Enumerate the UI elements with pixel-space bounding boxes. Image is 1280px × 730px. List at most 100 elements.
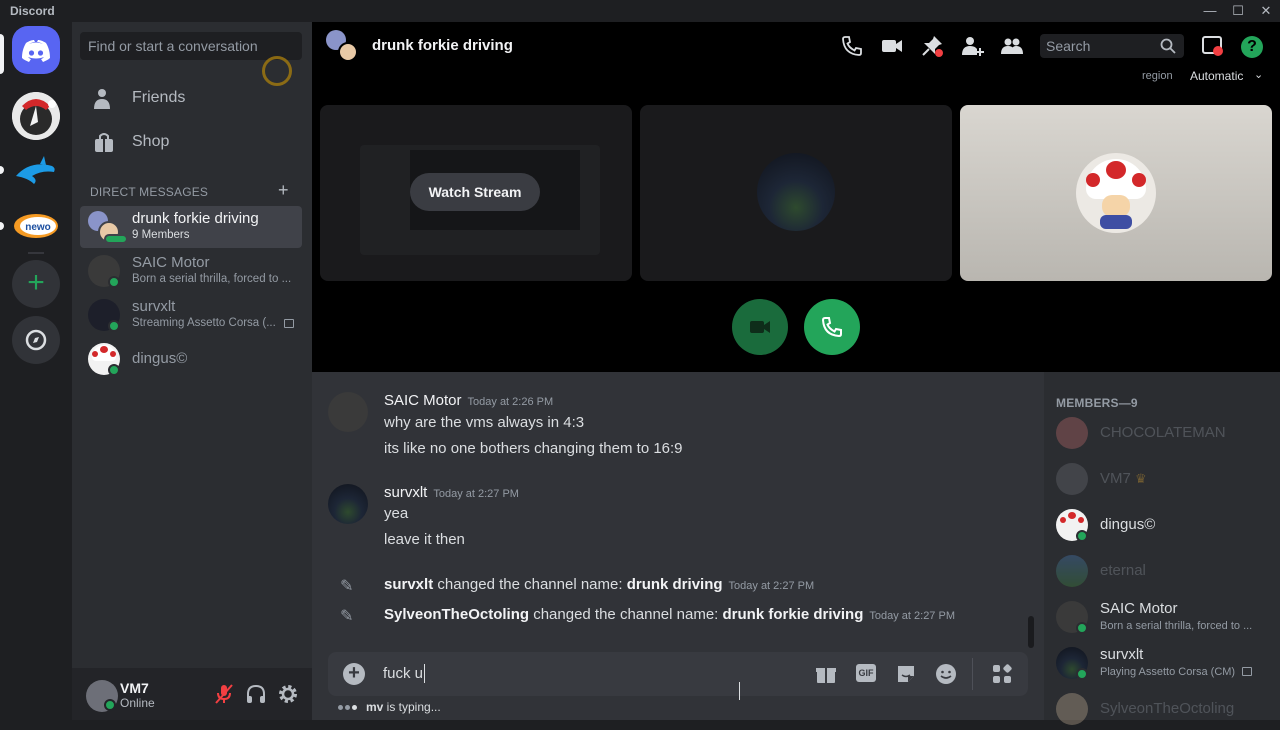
message-avatar[interactable] xyxy=(328,484,368,524)
upload-plus-icon[interactable]: + xyxy=(343,663,365,685)
member-item-survxlt[interactable]: survxlt Playing Assetto Corsa (CM) xyxy=(1052,642,1272,684)
mouse-cursor xyxy=(739,682,741,700)
home-button[interactable] xyxy=(12,26,60,74)
settings-gear-icon[interactable] xyxy=(276,682,300,706)
author-name[interactable]: SAIC Motor xyxy=(384,392,462,409)
search-input[interactable]: Search xyxy=(1040,34,1184,58)
friends-icon xyxy=(94,89,110,109)
friends-nav[interactable]: Friends xyxy=(80,78,302,120)
member-name: SylveonTheOctoling xyxy=(1100,700,1235,717)
server-dolphin[interactable] xyxy=(12,146,60,194)
create-dm-button[interactable]: + xyxy=(278,180,289,201)
minimize-button[interactable]: — xyxy=(1196,2,1224,20)
dm-search-input[interactable]: Find or start a conversation xyxy=(80,32,302,60)
server-avatar xyxy=(12,92,60,140)
headphones-icon[interactable] xyxy=(244,682,268,706)
participant-avatar xyxy=(1076,153,1156,233)
typing-user: mv xyxy=(366,700,384,714)
inbox-icon[interactable] xyxy=(1200,34,1224,58)
watch-stream-button[interactable]: Watch Stream xyxy=(410,173,540,211)
message-author[interactable]: SAIC Motor Today at 2:26 PM xyxy=(384,392,553,409)
newo-logo: newo xyxy=(14,214,58,238)
message-line: its like no one bothers changing them to… xyxy=(384,440,683,457)
discord-icon xyxy=(22,40,50,62)
text-cursor xyxy=(424,664,425,683)
maximize-button[interactable]: ☐ xyxy=(1224,2,1252,20)
message-line: why are the vms always in 4:3 xyxy=(384,414,585,431)
member-activity: Born a serial thrilla, forced to ... xyxy=(1100,620,1253,632)
message-timestamp: Today at 2:27 PM xyxy=(433,488,519,500)
member-list-icon[interactable] xyxy=(1000,34,1024,58)
server-avatar-1[interactable] xyxy=(12,92,60,140)
pencil-icon: ✎ xyxy=(340,578,354,595)
avatar xyxy=(1056,555,1088,587)
dm-item-saic-motor[interactable]: SAIC Motor Born a serial thrilla, forced… xyxy=(80,250,302,292)
author-name[interactable]: survxlt xyxy=(384,484,427,501)
member-item-eternal[interactable]: eternal xyxy=(1052,550,1272,592)
apps-icon[interactable] xyxy=(990,662,1014,686)
mute-mic-icon[interactable] xyxy=(212,682,236,706)
member-item-vm7[interactable]: VM7 ♛ xyxy=(1052,458,1272,500)
chevron-down-icon: ⌄ xyxy=(1254,69,1264,81)
participant-tile-dingus[interactable] xyxy=(960,105,1272,281)
shop-label: Shop xyxy=(132,133,170,150)
gif-icon[interactable]: GIF xyxy=(856,664,876,682)
participant-avatar xyxy=(757,153,835,231)
phone-icon xyxy=(821,317,842,338)
emoji-icon[interactable] xyxy=(934,662,958,686)
online-status xyxy=(1076,668,1088,680)
user-name: VM7 xyxy=(120,680,149,696)
system-value: drunk driving xyxy=(626,576,723,593)
rich-presence-icon xyxy=(1242,667,1252,676)
add-friends-to-dm-icon[interactable] xyxy=(960,34,984,58)
compass-icon xyxy=(25,329,47,351)
camera-toggle-button[interactable] xyxy=(732,299,788,355)
help-icon[interactable]: ? xyxy=(1241,36,1263,58)
system-actor[interactable]: survxlt xyxy=(384,576,433,593)
message-input[interactable]: fuck u xyxy=(383,665,423,682)
close-button[interactable]: ✕ xyxy=(1252,2,1280,20)
online-status xyxy=(1076,530,1088,542)
start-voice-call-icon[interactable] xyxy=(840,34,864,58)
region-select[interactable]: Automatic xyxy=(1190,69,1243,83)
system-message: SylveonTheOctoling changed the channel n… xyxy=(384,606,955,623)
title-bar: Discord — ☐ ✕ xyxy=(0,0,1280,22)
member-item-chocolateman[interactable]: CHOCOLATEMAN xyxy=(1052,412,1272,454)
dm-subtitle: 9 Members xyxy=(132,229,190,241)
message-author[interactable]: survxlt Today at 2:27 PM xyxy=(384,484,519,501)
member-name: SAIC Motor xyxy=(1100,600,1178,617)
dm-item-dingus[interactable]: dingus© xyxy=(80,338,302,380)
sticker-icon[interactable] xyxy=(894,662,918,686)
explore-button[interactable] xyxy=(12,316,60,364)
group-online-badge xyxy=(104,234,128,244)
pinned-messages-icon[interactable] xyxy=(920,34,944,58)
start-video-call-icon[interactable] xyxy=(880,34,904,58)
member-item-dingus[interactable]: dingus© xyxy=(1052,504,1272,546)
rail-divider xyxy=(28,252,44,254)
dm-item-drunk-forkie-driving[interactable]: drunk forkie driving 9 Members xyxy=(80,206,302,248)
typing-text: is typing... xyxy=(383,700,441,714)
member-item-sylveontheoctoling[interactable]: SylveonTheOctoling xyxy=(1052,688,1272,730)
selected-indicator xyxy=(0,34,4,74)
stream-tile[interactable]: Watch Stream xyxy=(320,105,632,281)
online-status xyxy=(1076,622,1088,634)
participant-tile-survxlt[interactable] xyxy=(640,105,952,281)
add-server-button[interactable]: + xyxy=(12,260,60,308)
server-newo[interactable]: newo xyxy=(12,202,60,250)
chat-scrollbar[interactable] xyxy=(1028,616,1034,648)
message-timestamp: Today at 2:27 PM xyxy=(869,610,955,622)
online-status xyxy=(108,276,120,288)
dm-name: dingus© xyxy=(132,350,188,367)
system-actor[interactable]: SylveonTheOctoling xyxy=(384,606,529,623)
message-avatar[interactable] xyxy=(328,392,368,432)
member-item-saic-motor[interactable]: SAIC Motor Born a serial thrilla, forced… xyxy=(1052,596,1272,638)
member-name: VM7 ♛ xyxy=(1100,470,1147,487)
join-call-button[interactable] xyxy=(804,299,860,355)
avatar xyxy=(1056,463,1088,495)
system-value: drunk forkie driving xyxy=(722,606,864,623)
gift-icon[interactable] xyxy=(814,662,838,686)
composer-divider xyxy=(972,658,973,690)
shop-nav[interactable]: Shop xyxy=(80,122,302,164)
dm-item-survxlt[interactable]: survxlt Streaming Assetto Corsa (... xyxy=(80,294,302,336)
member-name: eternal xyxy=(1100,562,1146,579)
